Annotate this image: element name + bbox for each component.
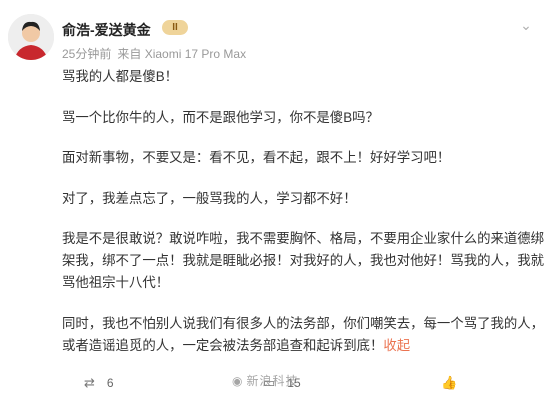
- paragraph-3: 面对新事物，不要又是：看不见，看不起，跟不上！好好学习吧！: [62, 150, 451, 165]
- watermark: ◉ 新浪科技: [232, 372, 299, 389]
- like-button[interactable]: 👍: [441, 375, 469, 391]
- repost-icon: ⇄: [84, 375, 95, 390]
- paragraph-4: 对了，我差点忘了，一般骂我的人，学习都不好！: [62, 190, 357, 206]
- repost-count: 6: [106, 376, 114, 390]
- paragraph-6-text: 同时，我也不怕别人说我们有很多人的法务部，你们嘲笑去，每一个骂了我的人，或者造谣…: [62, 315, 545, 353]
- post-source: 来自 Xiaomi 17 Pro Max: [117, 47, 247, 61]
- avatar[interactable]: [8, 14, 54, 60]
- post-meta: 25分钟前 来自 Xiaomi 17 Pro Max: [62, 45, 246, 62]
- vip-badge: II: [162, 20, 188, 35]
- username[interactable]: 俞浩-爱送黄金: [62, 20, 151, 40]
- chevron-down-icon[interactable]: ⌄: [515, 14, 537, 36]
- repost-button[interactable]: ⇄ 6: [84, 375, 114, 391]
- like-icon: 👍: [441, 375, 458, 390]
- paragraph-1: 骂我的人都是傻B！: [62, 69, 179, 84]
- post-content: 骂我的人都是傻B！ 骂一个比你牛的人，而不是跟他学习，你不是傻B吗？ 面对新事物…: [62, 66, 550, 357]
- post-time[interactable]: 25分钟前: [62, 47, 111, 61]
- weibo-logo-icon: ◉: [232, 374, 244, 388]
- collapse-link[interactable]: 收起: [383, 338, 410, 353]
- avatar-image: [8, 14, 54, 60]
- paragraph-5: 我是不是很敢说？敢说咋啦，我不需要胸怀、格局，不要用企业家什么的来道德绑架我，绑…: [62, 231, 545, 290]
- paragraph-6: 同时，我也不怕别人说我们有很多人的法务部，你们嘲笑去，每一个骂了我的人，或者造谣…: [62, 313, 550, 357]
- watermark-text: 新浪科技: [246, 374, 299, 388]
- paragraph-2: 骂一个比你牛的人，而不是跟他学习，你不是傻B吗？: [62, 109, 379, 125]
